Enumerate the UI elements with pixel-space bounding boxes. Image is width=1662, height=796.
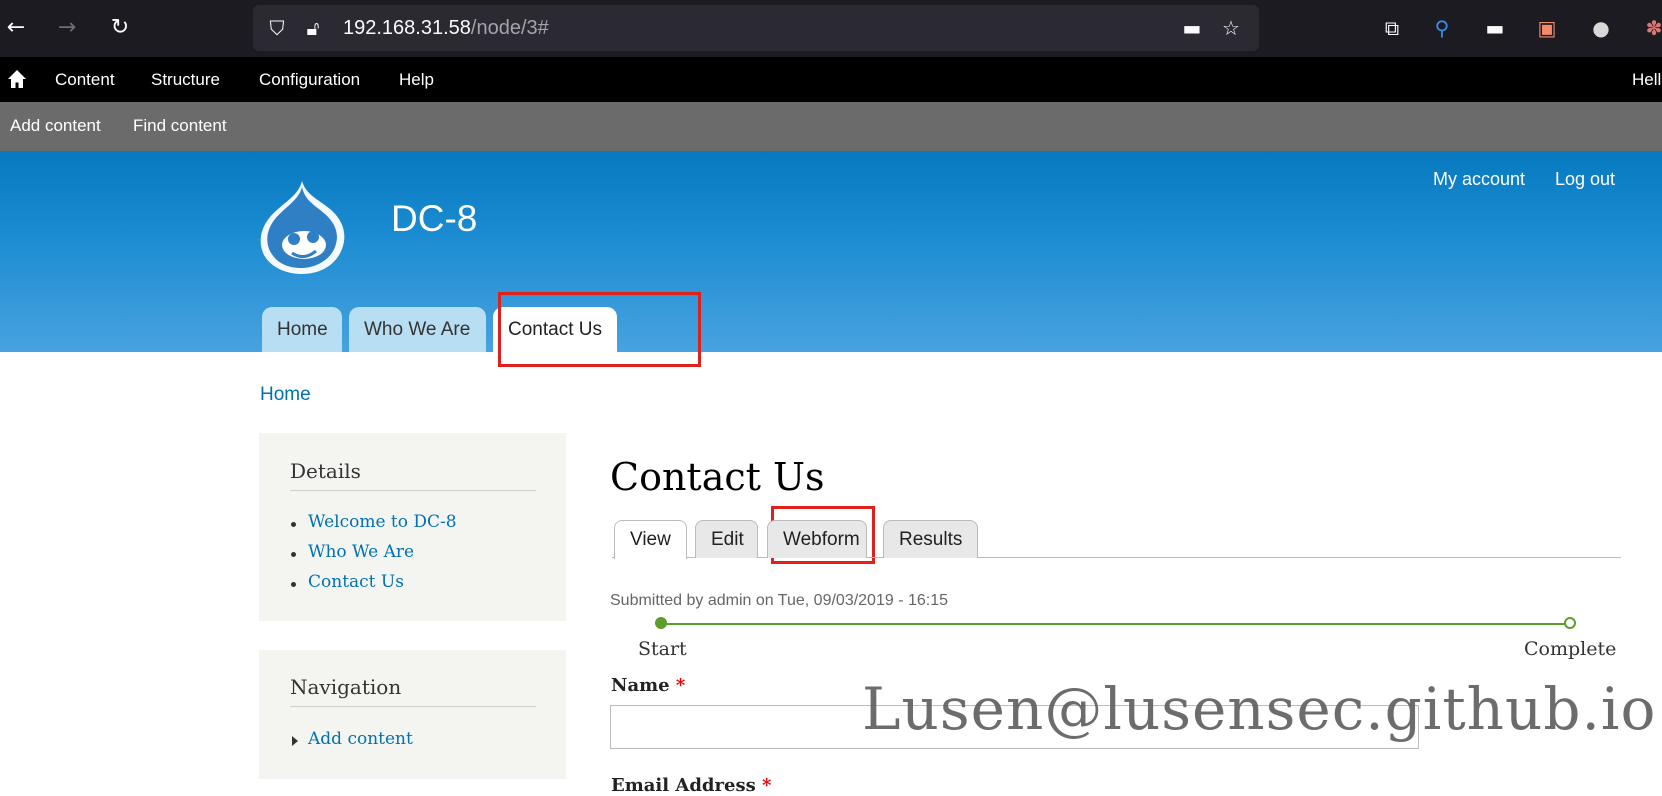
toolbar-user[interactable]: Hell	[1632, 57, 1661, 102]
progress-end-label: Complete	[1524, 638, 1617, 660]
site-name[interactable]: DC-8	[391, 198, 477, 240]
tray-find-content[interactable]: Find content	[133, 102, 227, 150]
progress-start-dot	[655, 617, 667, 629]
key-icon[interactable]: ⚲	[1428, 14, 1456, 42]
highlight-box-contact-us	[498, 292, 701, 367]
sidebar-link-welcome[interactable]: Welcome to DC-8	[308, 512, 457, 532]
bullet-icon	[291, 552, 296, 557]
navigation-divider	[290, 706, 536, 707]
details-block: Details Welcome to DC-8 Who We Are Conta…	[259, 433, 566, 621]
bullet-icon	[291, 522, 296, 527]
navigation-block: Navigation Add content	[259, 650, 566, 779]
tab-results[interactable]: Results	[883, 520, 978, 558]
address-bar[interactable]: ⛉ 🔓︎ 192.168.31.58/node/3# ▬ ☆	[253, 5, 1259, 51]
home-icon[interactable]	[6, 67, 28, 91]
toolbar-content[interactable]: Content	[55, 57, 115, 102]
my-account-link[interactable]: My account	[1433, 169, 1525, 190]
tabs-divider	[612, 557, 1621, 558]
reader-view-icon[interactable]: ▬	[1179, 15, 1205, 41]
toolbar-help[interactable]: Help	[399, 57, 434, 102]
url-text[interactable]: 192.168.31.58/node/3#	[343, 5, 549, 51]
tray-add-content[interactable]: Add content	[10, 102, 101, 150]
admin-toolbar-tray: Add content Find content	[0, 102, 1662, 151]
shield-icon[interactable]: ⛉	[264, 15, 290, 41]
paw-icon[interactable]: ✽	[1640, 14, 1662, 42]
sidebar-link-who-we-are[interactable]: Who We Are	[308, 542, 414, 562]
bookmark-star-icon[interactable]: ☆	[1218, 15, 1244, 41]
tab-webform[interactable]: Webform	[767, 520, 867, 558]
admin-toolbar: Content Structure Configuration Help Hel…	[0, 57, 1662, 102]
progress-bar	[661, 623, 1571, 625]
sidebar-link-contact-us[interactable]: Contact Us	[308, 572, 404, 592]
circle-icon[interactable]: ●	[1587, 14, 1615, 42]
tab-edit[interactable]: Edit	[695, 520, 758, 558]
toolbar-structure[interactable]: Structure	[151, 57, 220, 102]
collapsed-triangle-icon	[292, 736, 298, 746]
main-menu-who-we-are[interactable]: Who We Are	[349, 307, 486, 352]
main-menu-home[interactable]: Home	[262, 307, 342, 352]
sidebar-link-add-content[interactable]: Add content	[308, 729, 413, 749]
toolbar-configuration[interactable]: Configuration	[259, 57, 360, 102]
progress-end-dot	[1564, 617, 1576, 629]
bullet-icon	[291, 582, 296, 587]
drupal-drop-logo[interactable]	[256, 179, 346, 275]
network-icon[interactable]: ▣	[1533, 14, 1561, 42]
forward-arrow-icon[interactable]: →	[53, 14, 81, 42]
reload-icon[interactable]: ↻	[106, 14, 134, 42]
page-title: Contact Us	[610, 455, 825, 499]
back-arrow-icon[interactable]: ←	[2, 14, 30, 42]
hat-icon[interactable]: ▬	[1481, 14, 1509, 42]
extensions-icon[interactable]: ⧉	[1378, 14, 1406, 42]
site-header: DC-8 My account Log out Home Who We Are …	[0, 151, 1662, 352]
watermark: Lusen@lusensec.github.io	[862, 675, 1657, 743]
name-field-label: Name *	[611, 675, 686, 696]
details-title: Details	[290, 459, 361, 483]
submitted-info: Submitted by admin on Tue, 09/03/2019 - …	[610, 592, 949, 609]
email-field-label: Email Address *	[611, 775, 772, 796]
insecure-lock-icon[interactable]: 🔓︎	[300, 15, 326, 41]
progress-start-label: Start	[638, 638, 687, 660]
logout-link[interactable]: Log out	[1555, 169, 1615, 190]
browser-toolbar: ← → ↻ ⛉ 🔓︎ 192.168.31.58/node/3# ▬ ☆ ⧉ ⚲…	[0, 0, 1662, 57]
navigation-title: Navigation	[290, 675, 402, 699]
details-divider	[290, 490, 536, 491]
required-marker: *	[762, 775, 772, 796]
tab-view[interactable]: View	[614, 520, 687, 559]
required-marker: *	[675, 675, 686, 696]
breadcrumb[interactable]: Home	[260, 384, 311, 406]
